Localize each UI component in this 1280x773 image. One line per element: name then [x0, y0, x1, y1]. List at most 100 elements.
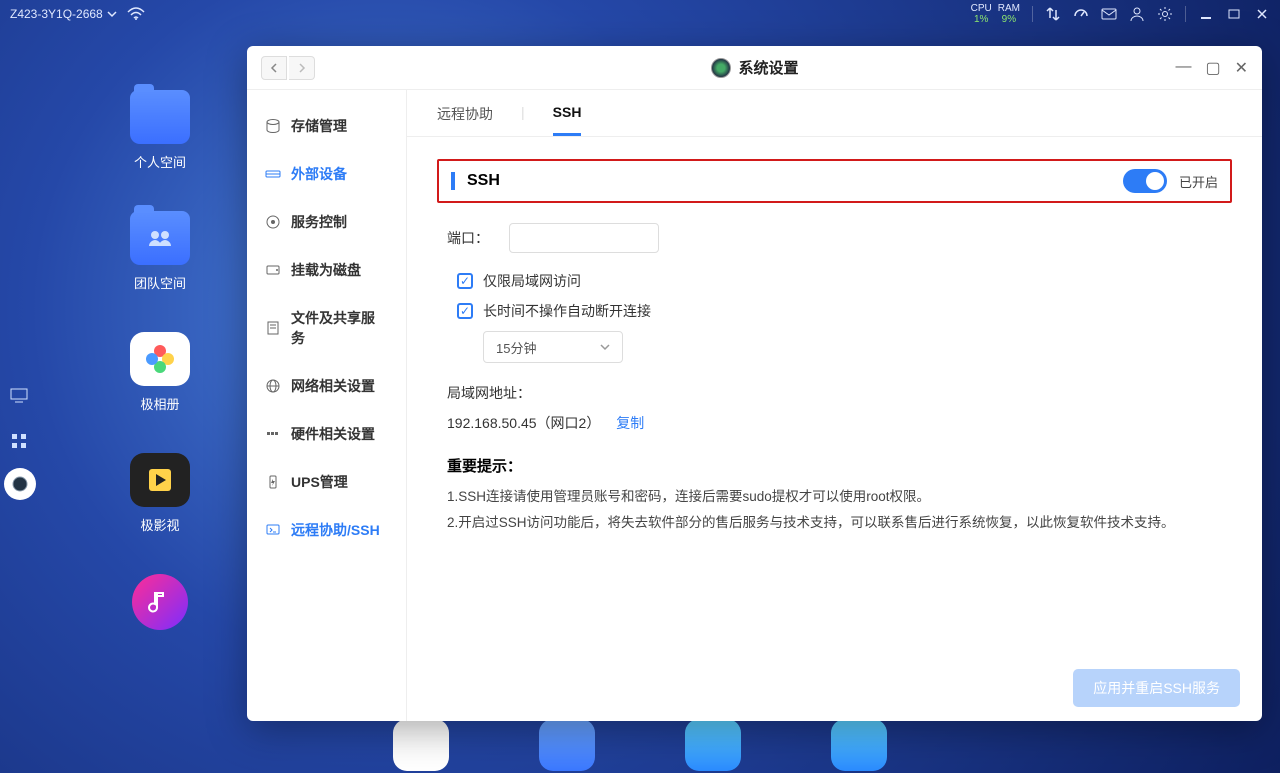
- movies-icon: [130, 453, 190, 507]
- desktop-label: 极影视: [140, 515, 179, 534]
- desktop-icon-movies[interactable]: 极影视: [130, 453, 190, 534]
- window-maximize-button[interactable]: ▢: [1205, 58, 1220, 78]
- window-close-button[interactable]: ✕: [1235, 58, 1248, 78]
- close-icon[interactable]: [1254, 6, 1270, 22]
- dock-app-2[interactable]: [539, 719, 595, 771]
- desktop-icon-music[interactable]: [132, 574, 188, 630]
- sidebar-label: 挂载为磁盘: [291, 260, 361, 280]
- device-name-label: Z423-3Y1Q-2668: [10, 7, 103, 21]
- hardware-icon: [265, 426, 281, 442]
- sidebar-item-ups[interactable]: UPS管理: [247, 458, 406, 506]
- settings-app-icon: [710, 58, 730, 78]
- dock-app-active[interactable]: [4, 468, 36, 500]
- sidebar-item-hardware[interactable]: 硬件相关设置: [247, 410, 406, 458]
- ssh-section-title: SSH: [451, 172, 500, 190]
- sidebar-item-storage[interactable]: 存储管理: [247, 102, 406, 150]
- desktop-label: 个人空间: [134, 152, 186, 171]
- desktop-label: 团队空间: [134, 273, 186, 292]
- tab-bar: 远程协助 | SSH: [407, 90, 1262, 137]
- remote-ssh-icon: [265, 522, 281, 538]
- ssh-toggle-state: 已开启: [1179, 172, 1218, 191]
- folder-team-icon: [130, 211, 190, 265]
- wifi-icon[interactable]: [127, 7, 145, 21]
- idle-disconnect-checkbox[interactable]: ✓: [457, 303, 473, 319]
- cpu-value: 1%: [971, 14, 992, 25]
- sidebar-item-service[interactable]: 服务控制: [247, 198, 406, 246]
- idle-disconnect-label: 长时间不操作自动断开连接: [483, 301, 651, 321]
- sidebar-label: 硬件相关设置: [291, 424, 375, 444]
- ram-value: 9%: [998, 14, 1020, 25]
- sidebar-item-remote-ssh[interactable]: 远程协助/SSH: [247, 506, 406, 554]
- sidebar-item-external[interactable]: 外部设备: [247, 150, 406, 198]
- lan-only-label: 仅限局域网访问: [483, 271, 581, 291]
- desktop-icon-team[interactable]: 团队空间: [130, 211, 190, 292]
- settings-window: 系统设置 — ▢ ✕ 存储管理 外部设备 服务控制 挂载为磁盘 文件及共享服务 …: [247, 46, 1262, 721]
- settings-content: 远程协助 | SSH SSH 已开启 端口： ✓: [407, 90, 1262, 721]
- settings-sidebar: 存储管理 外部设备 服务控制 挂载为磁盘 文件及共享服务 网络相关设置 硬件相关…: [247, 90, 407, 721]
- window-minimize-button[interactable]: —: [1175, 58, 1191, 78]
- timeout-select[interactable]: 15分钟: [483, 331, 623, 363]
- desktop-icon-photos[interactable]: 极相册: [130, 332, 190, 413]
- notice-line-1: 1.SSH连接请使用管理员账号和密码，连接后需要sudo提权才可以使用root权…: [447, 486, 1232, 508]
- sidebar-item-fileshare[interactable]: 文件及共享服务: [247, 294, 406, 362]
- dock-grid-icon[interactable]: [0, 422, 38, 460]
- window-titlebar: 系统设置 — ▢ ✕: [247, 46, 1262, 90]
- sidebar-label: 服务控制: [291, 212, 347, 232]
- chevron-down-icon: [107, 9, 117, 19]
- service-control-icon: [265, 214, 281, 230]
- timeout-value: 15分钟: [496, 338, 536, 357]
- sidebar-label: 外部设备: [291, 164, 347, 184]
- panel-footer: 应用并重启SSH服务: [407, 655, 1262, 721]
- tab-remote[interactable]: 远程协助: [437, 104, 493, 136]
- sidebar-label: 存储管理: [291, 116, 347, 136]
- sidebar-label: 远程协助/SSH: [291, 520, 380, 540]
- sidebar-item-mount[interactable]: 挂载为磁盘: [247, 246, 406, 294]
- ssh-enable-toggle[interactable]: [1123, 169, 1167, 193]
- nav-back-button[interactable]: [261, 56, 287, 80]
- cpu-ram-monitor[interactable]: CPU1% RAM9%: [971, 3, 1020, 25]
- lan-address-label: 局域网地址：: [447, 383, 1232, 403]
- notice-title: 重要提示：: [447, 455, 1232, 476]
- port-input[interactable]: [509, 223, 659, 253]
- ups-icon: [265, 474, 281, 490]
- apply-restart-ssh-button[interactable]: 应用并重启SSH服务: [1073, 669, 1240, 707]
- mini-dock: [0, 370, 42, 506]
- folder-icon: [130, 90, 190, 144]
- mail-icon[interactable]: [1101, 6, 1117, 22]
- bottom-dock: [0, 717, 1280, 773]
- network-icon: [265, 378, 281, 394]
- lan-address-value: 192.168.50.45（网口2）: [447, 415, 600, 431]
- tab-separator: |: [521, 104, 525, 136]
- sidebar-label: 文件及共享服务: [291, 308, 388, 348]
- dock-monitor-icon[interactable]: [0, 376, 38, 414]
- dock-app-4[interactable]: [831, 719, 887, 771]
- desktop-icons: 个人空间 团队空间 极相册 极影视: [130, 90, 190, 630]
- dock-app-1[interactable]: [393, 719, 449, 771]
- gear-icon[interactable]: [1157, 6, 1173, 22]
- port-label: 端口：: [447, 228, 493, 248]
- sidebar-item-network[interactable]: 网络相关设置: [247, 362, 406, 410]
- minimize-icon[interactable]: [1198, 6, 1214, 22]
- lan-only-checkbox[interactable]: ✓: [457, 273, 473, 289]
- photos-icon: [130, 332, 190, 386]
- user-icon[interactable]: [1129, 6, 1145, 22]
- ssh-header-box: SSH 已开启: [437, 159, 1232, 203]
- system-topbar: Z423-3Y1Q-2668 CPU1% RAM9%: [0, 0, 1280, 28]
- speed-icon[interactable]: [1073, 6, 1089, 22]
- storage-icon: [265, 118, 281, 134]
- maximize-icon[interactable]: [1226, 6, 1242, 22]
- file-share-icon: [265, 320, 281, 336]
- nav-forward-button[interactable]: [289, 56, 315, 80]
- device-name-dropdown[interactable]: Z423-3Y1Q-2668: [10, 7, 117, 21]
- external-device-icon: [265, 166, 281, 182]
- dock-app-3[interactable]: [685, 719, 741, 771]
- window-title: 系统设置: [738, 57, 798, 78]
- cpu-label: CPU: [971, 3, 992, 14]
- mount-disk-icon: [265, 262, 281, 278]
- desktop-icon-personal[interactable]: 个人空间: [130, 90, 190, 171]
- network-activity-icon[interactable]: [1045, 6, 1061, 22]
- ssh-panel: SSH 已开启 端口： ✓ 仅限局域网访问 ✓ 长时间不操作自动断开连接: [407, 137, 1262, 655]
- sidebar-label: UPS管理: [291, 472, 348, 492]
- tab-ssh[interactable]: SSH: [553, 104, 582, 136]
- copy-link[interactable]: 复制: [616, 415, 644, 431]
